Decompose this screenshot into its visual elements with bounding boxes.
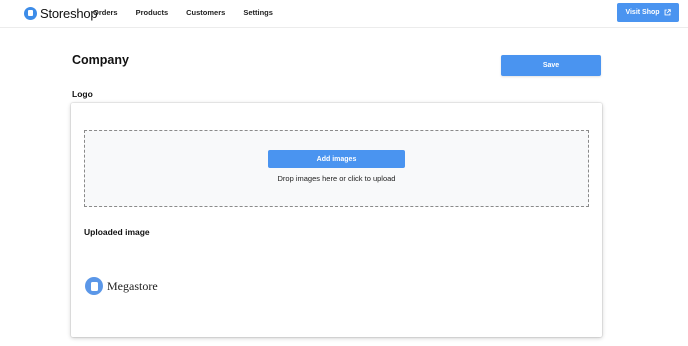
logo-card: Add images Drop images here or click to …	[71, 103, 602, 337]
nav-item-settings[interactable]: Settings	[243, 8, 273, 18]
top-navbar: Storeshop Orders Products Customers Sett…	[0, 0, 688, 28]
image-dropzone[interactable]: Add images Drop images here or click to …	[84, 130, 589, 207]
shopping-bag-icon	[85, 277, 103, 295]
add-images-button[interactable]: Add images	[268, 150, 405, 168]
uploaded-logo-text: Megastore	[107, 278, 158, 293]
external-link-icon	[664, 9, 671, 16]
nav-item-orders[interactable]: Orders	[93, 8, 118, 18]
dropzone-hint: Drop images here or click to upload	[277, 174, 396, 183]
uploaded-image-title: Uploaded image	[84, 227, 150, 237]
uploaded-logo-image[interactable]: Megastore	[85, 277, 158, 295]
save-button[interactable]: Save	[501, 55, 601, 76]
brand-name: Storeshop	[40, 5, 98, 21]
nav-item-customers[interactable]: Customers	[186, 8, 225, 18]
visit-shop-button[interactable]: Visit Shop	[617, 3, 679, 22]
logo-section-title: Logo	[72, 89, 93, 99]
shopping-bag-icon	[24, 6, 37, 20]
main-nav: Orders Products Customers Settings	[93, 8, 291, 18]
visit-shop-label: Visit Shop	[625, 9, 660, 16]
page-title: Company	[72, 53, 129, 67]
nav-item-products[interactable]: Products	[136, 8, 169, 18]
brand[interactable]: Storeshop	[24, 5, 98, 21]
